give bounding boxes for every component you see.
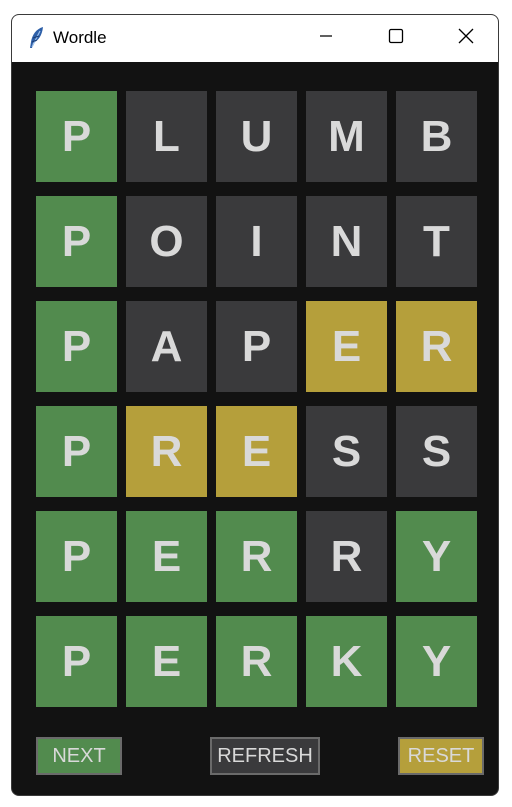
letter-tile: P [36,511,117,602]
letter-tile: M [306,91,387,182]
wordle-window: Wordle PLUMBPOINTPAPERPRESSPERRYPERKY NE… [11,14,499,796]
letter-tile: B [396,91,477,182]
letter-tile: K [306,616,387,707]
letter-tile: E [216,406,297,497]
letter-tile: P [216,301,297,392]
reset-button[interactable]: RESET [398,737,484,775]
window-title: Wordle [53,28,107,47]
minimize-icon [318,28,334,49]
letter-tile: E [126,511,207,602]
letter-tile: I [216,196,297,287]
letter-tile: S [396,406,477,497]
letter-tile: A [126,301,207,392]
letter-tile: R [216,616,297,707]
next-button[interactable]: NEXT [36,737,122,775]
refresh-button[interactable]: REFRESH [210,737,320,775]
letter-tile: P [36,616,117,707]
letter-tile: U [216,91,297,182]
feather-icon [28,26,46,50]
letter-tile: N [306,196,387,287]
letter-tile: R [126,406,207,497]
letter-tile: P [36,91,117,182]
letter-tile: Y [396,511,477,602]
maximize-icon [388,28,404,49]
close-button[interactable] [431,15,498,62]
letter-tile: P [36,301,117,392]
close-icon [458,28,474,49]
letter-tile: R [396,301,477,392]
minimize-button[interactable] [291,15,361,62]
letter-tile: Y [396,616,477,707]
letter-tile: L [126,91,207,182]
letter-tile: S [306,406,387,497]
letter-tile: P [36,406,117,497]
letter-tile: R [306,511,387,602]
letter-tile: T [396,196,477,287]
letter-tile: R [216,511,297,602]
letter-tile: E [306,301,387,392]
letter-tile: P [36,196,117,287]
letter-tile: O [126,196,207,287]
maximize-button[interactable] [361,15,431,62]
letter-tile: E [126,616,207,707]
title-bar[interactable]: Wordle [12,15,498,62]
